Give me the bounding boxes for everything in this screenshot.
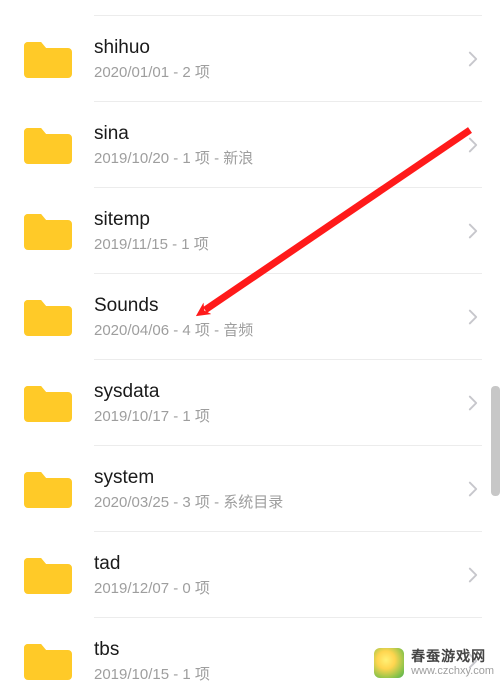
folder-text: shihuo 2020/01/01 - 2 项 bbox=[94, 36, 464, 82]
folder-row[interactable]: shihuo 2020/01/01 - 2 项 bbox=[0, 16, 500, 102]
chevron-right-icon bbox=[464, 309, 482, 325]
folder-name: tbs bbox=[94, 638, 464, 662]
folder-row[interactable]: shd2019/11/15 - 1 项 bbox=[0, 0, 500, 16]
chevron-right-icon bbox=[464, 137, 482, 153]
folder-row[interactable]: Sounds 2020/04/06 - 4 项 - 音频 bbox=[0, 274, 500, 360]
folder-icon bbox=[22, 554, 72, 596]
folder-meta: 2019/10/20 - 1 项 - 新浪 bbox=[94, 150, 464, 168]
chevron-right-icon bbox=[464, 223, 482, 239]
chevron-right-icon bbox=[464, 481, 482, 497]
folder-meta: 2019/10/15 - 1 项 bbox=[94, 666, 464, 684]
chevron-right-icon bbox=[464, 567, 482, 583]
folder-icon bbox=[22, 640, 72, 682]
folder-text: Sounds 2020/04/06 - 4 项 - 音频 bbox=[94, 294, 464, 340]
folder-name: Sounds bbox=[94, 294, 464, 318]
folder-text: tbs 2019/10/15 - 1 项 bbox=[94, 638, 464, 684]
folder-row[interactable]: system 2020/03/25 - 3 项 - 系统目录 bbox=[0, 446, 500, 532]
folder-name: system bbox=[94, 466, 464, 490]
folder-text: system 2020/03/25 - 3 项 - 系统目录 bbox=[94, 466, 464, 512]
folder-text: sitemp 2019/11/15 - 1 项 bbox=[94, 208, 464, 254]
folder-meta: 2020/04/06 - 4 项 - 音频 bbox=[94, 322, 464, 340]
folder-name: tad bbox=[94, 552, 464, 576]
folder-icon bbox=[22, 382, 72, 424]
folder-name: shihuo bbox=[94, 36, 464, 60]
folder-icon bbox=[22, 296, 72, 338]
folder-name: sysdata bbox=[94, 380, 464, 404]
folder-meta: 2019/10/17 - 1 项 bbox=[94, 408, 464, 426]
folder-row[interactable]: tbs 2019/10/15 - 1 项 bbox=[0, 618, 500, 690]
folder-list: shd2019/11/15 - 1 项 shihuo 2020/01/01 - 2… bbox=[0, 0, 500, 690]
folder-icon bbox=[22, 124, 72, 166]
folder-meta: 2019/12/07 - 0 项 bbox=[94, 580, 464, 598]
file-list-viewport: shd2019/11/15 - 1 项 shihuo 2020/01/01 - 2… bbox=[0, 0, 500, 690]
folder-row[interactable]: sina 2019/10/20 - 1 项 - 新浪 bbox=[0, 102, 500, 188]
folder-text: sina 2019/10/20 - 1 项 - 新浪 bbox=[94, 122, 464, 168]
folder-row[interactable]: sysdata 2019/10/17 - 1 项 bbox=[0, 360, 500, 446]
folder-icon bbox=[22, 38, 72, 80]
folder-meta: 2020/01/01 - 2 项 bbox=[94, 64, 464, 82]
folder-icon bbox=[22, 210, 72, 252]
chevron-right-icon bbox=[464, 653, 482, 669]
folder-name: sitemp bbox=[94, 208, 464, 232]
folder-text: sysdata 2019/10/17 - 1 项 bbox=[94, 380, 464, 426]
chevron-right-icon bbox=[464, 395, 482, 411]
folder-name: sina bbox=[94, 122, 464, 146]
folder-row[interactable]: sitemp 2019/11/15 - 1 项 bbox=[0, 188, 500, 274]
scrollbar-thumb[interactable] bbox=[491, 386, 500, 496]
folder-meta: 2020/03/25 - 3 项 - 系统目录 bbox=[94, 494, 464, 512]
chevron-right-icon bbox=[464, 51, 482, 67]
folder-icon bbox=[22, 468, 72, 510]
folder-text: tad 2019/12/07 - 0 项 bbox=[94, 552, 464, 598]
folder-row[interactable]: tad 2019/12/07 - 0 项 bbox=[0, 532, 500, 618]
folder-meta: 2019/11/15 - 1 项 bbox=[94, 236, 464, 254]
